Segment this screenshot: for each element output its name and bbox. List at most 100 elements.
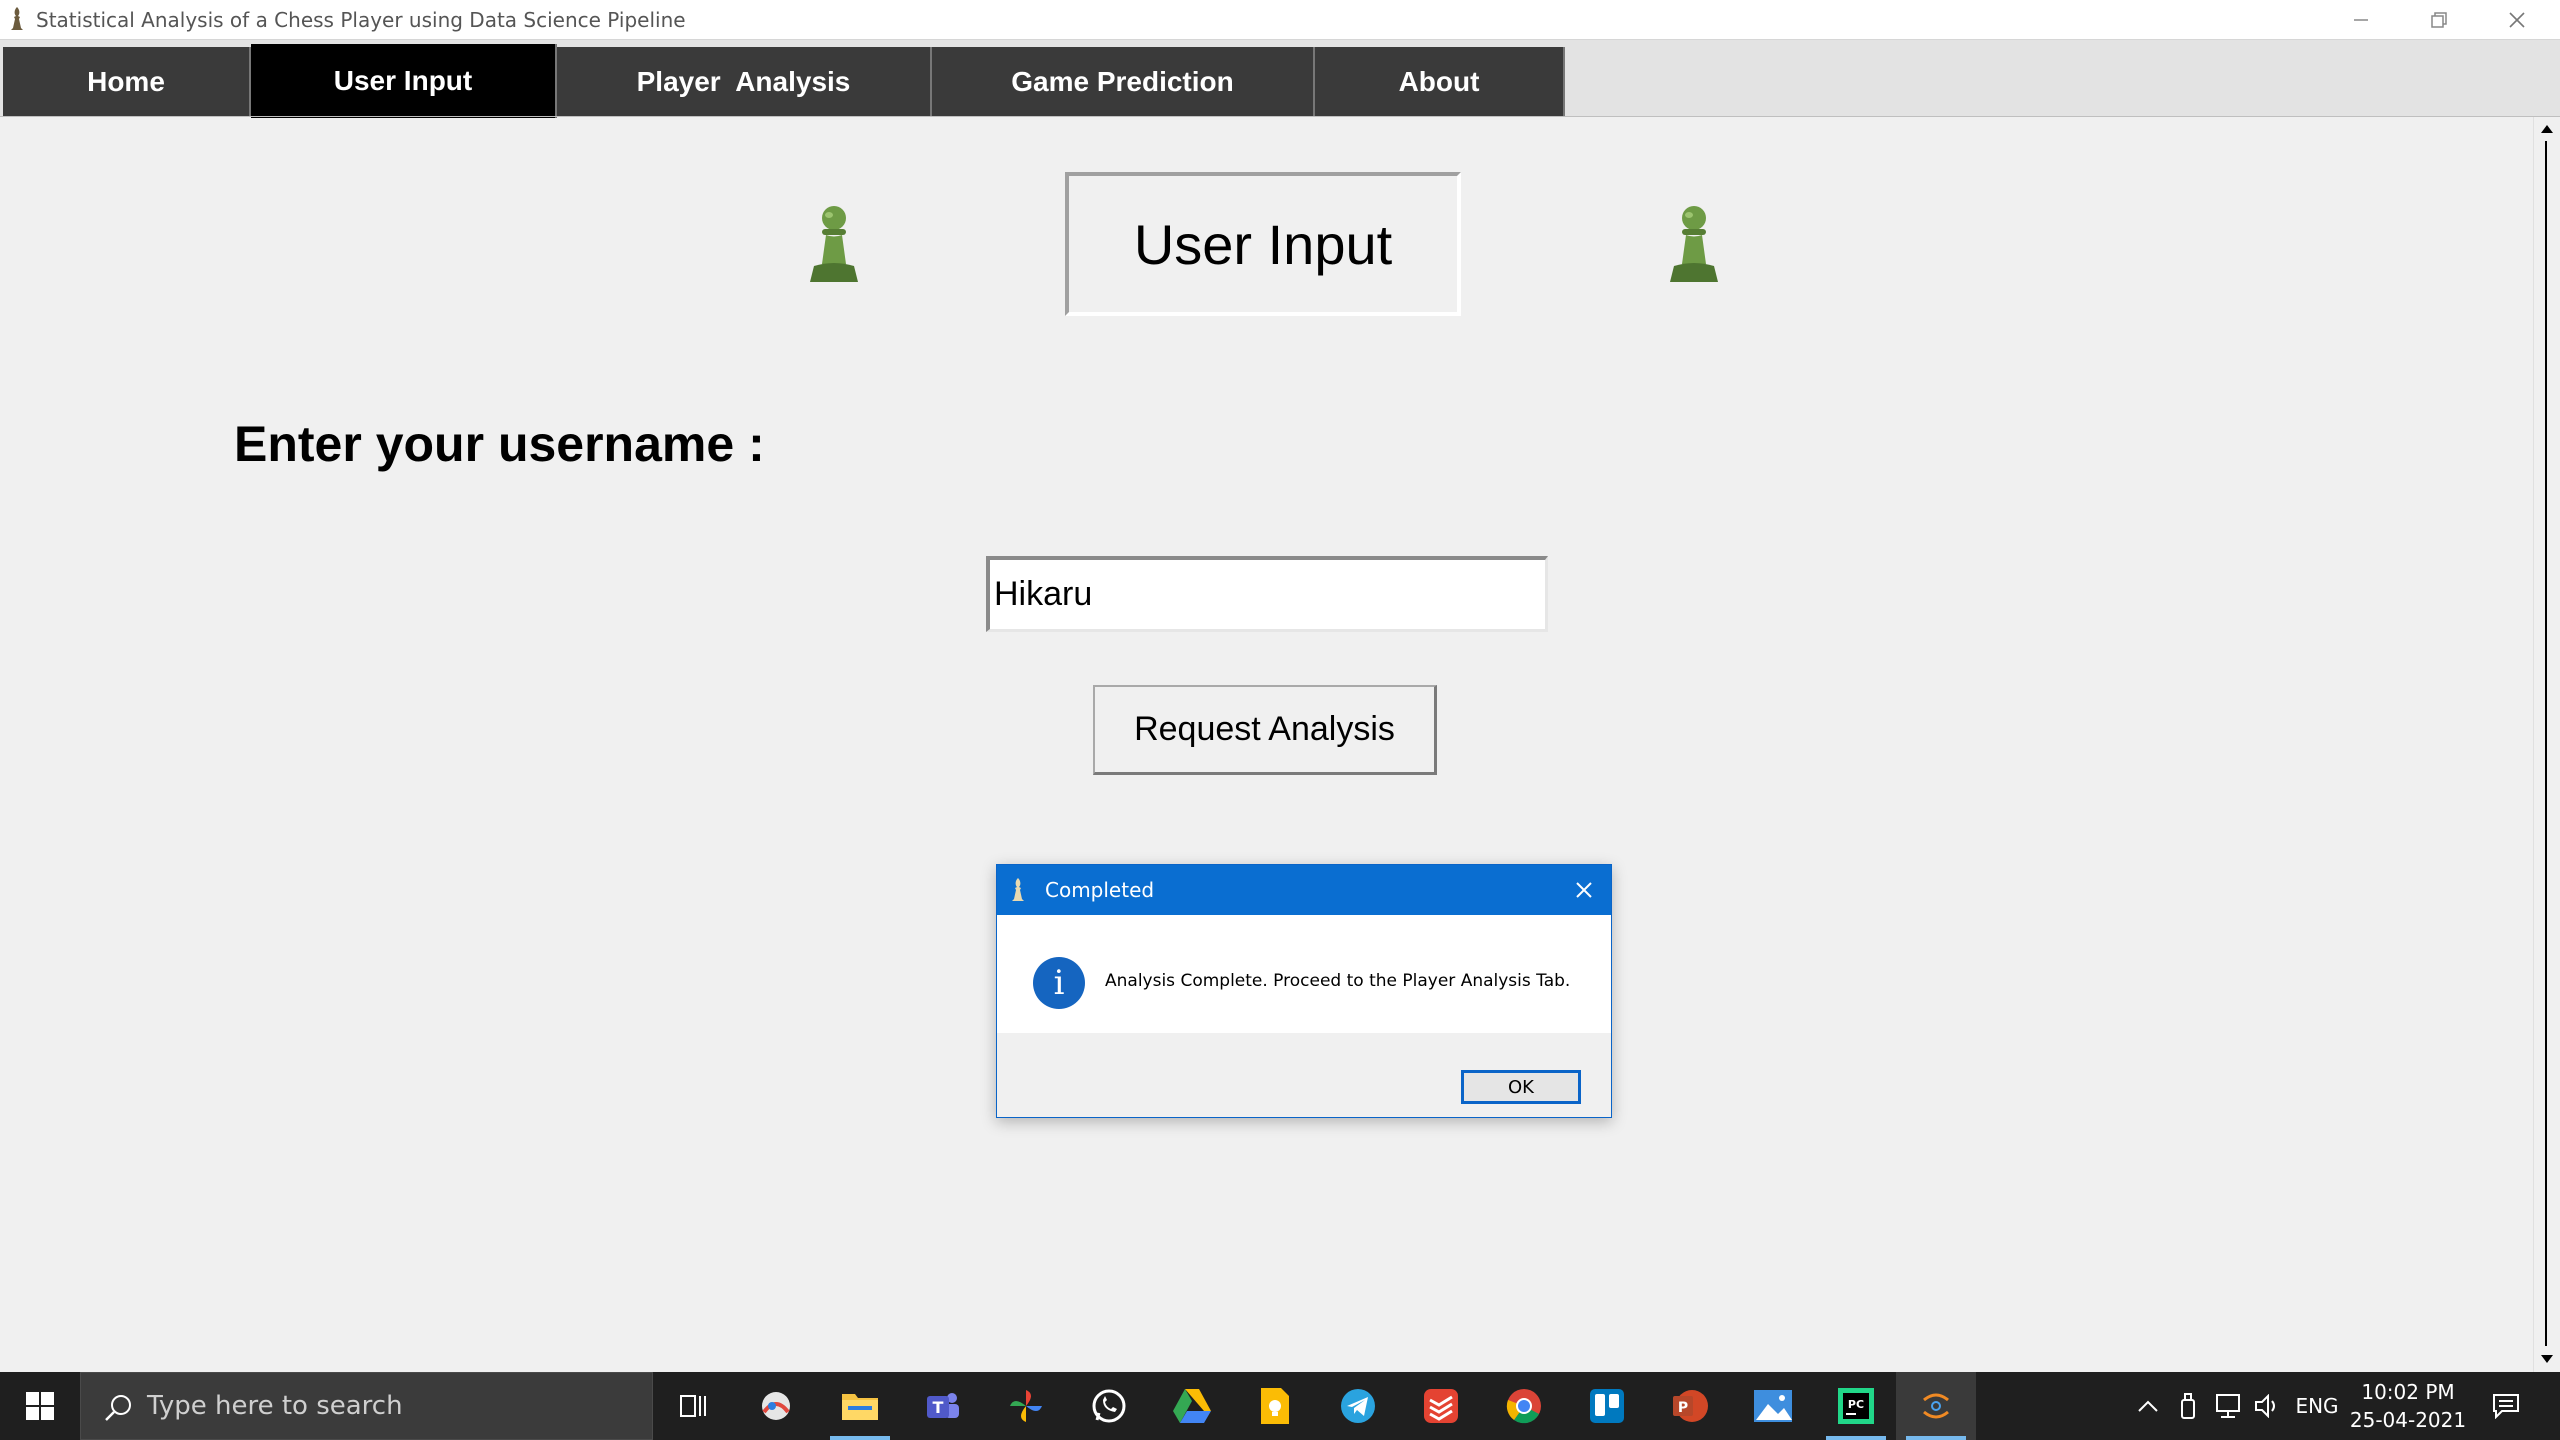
- tab-game-prediction[interactable]: Game Prediction: [932, 47, 1315, 116]
- taskbar-app-snip[interactable]: [736, 1372, 816, 1440]
- content-divider: [0, 116, 2560, 117]
- tab-bar: Home User Input Player Analysis Game Pre…: [0, 40, 2560, 118]
- tab-about[interactable]: About: [1315, 47, 1565, 116]
- dialog-message: Analysis Complete. Proceed to the Player…: [1105, 971, 1571, 991]
- ok-label: OK: [1508, 1076, 1534, 1098]
- notification-icon: [2493, 1394, 2519, 1419]
- python-window-icon: [1923, 1393, 1949, 1419]
- scroll-track[interactable]: [2545, 141, 2547, 1346]
- scroll-down-arrow-icon[interactable]: [2538, 1350, 2556, 1368]
- taskbar-app-trello[interactable]: [1567, 1372, 1647, 1440]
- close-icon: [2509, 11, 2525, 28]
- restore-button[interactable]: [2400, 0, 2478, 39]
- dialog-body: i Analysis Complete. Proceed to the Play…: [997, 915, 1611, 1033]
- ok-button[interactable]: OK: [1461, 1070, 1581, 1104]
- info-icon: i: [1033, 957, 1085, 1009]
- tab-home[interactable]: Home: [3, 47, 251, 116]
- svg-text:P: P: [1678, 1400, 1688, 1416]
- taskbar-app-telegram[interactable]: [1318, 1372, 1398, 1440]
- taskbar-app-powerpoint[interactable]: P: [1650, 1372, 1730, 1440]
- chrome-icon: [1506, 1389, 1541, 1424]
- usb-device-button[interactable]: [2170, 1372, 2206, 1440]
- taskbar-app-photos-viewer[interactable]: [1733, 1372, 1813, 1440]
- teams-icon: T: [927, 1393, 959, 1418]
- taskbar-app-google-drive[interactable]: [1152, 1372, 1232, 1440]
- completed-dialog: Completed i Analysis Complete. Proceed t…: [996, 864, 1612, 1118]
- tab-label: About: [1398, 65, 1480, 97]
- taskbar-clock[interactable]: 10:02 PM 25-04-2021: [2338, 1378, 2478, 1434]
- telegram-icon: [1341, 1389, 1375, 1423]
- chevron-up-icon: [2138, 1400, 2158, 1412]
- start-button[interactable]: [0, 1372, 80, 1440]
- minimize-icon: [2354, 18, 2368, 21]
- active-indicator: [830, 1436, 890, 1440]
- scroll-up-arrow-icon[interactable]: [2538, 120, 2556, 138]
- taskbar-app-pycharm[interactable]: PC: [1816, 1372, 1896, 1440]
- chess-bishop-icon: [1012, 878, 1024, 901]
- restore-icon: [2431, 11, 2447, 28]
- search-placeholder: Type here to search: [147, 1391, 403, 1421]
- pycharm-icon: PC: [1838, 1388, 1874, 1424]
- dialog-titlebar[interactable]: Completed: [997, 865, 1611, 915]
- task-view-button[interactable]: [653, 1372, 733, 1440]
- taskbar-app-python-window[interactable]: [1896, 1372, 1976, 1440]
- action-center-button[interactable]: [2486, 1372, 2526, 1440]
- todoist-icon: [1424, 1389, 1458, 1423]
- taskbar-app-keep[interactable]: [1235, 1372, 1315, 1440]
- windows-logo-icon: [26, 1392, 54, 1420]
- network-button[interactable]: [2210, 1372, 2250, 1440]
- taskbar-app-chrome[interactable]: [1484, 1372, 1564, 1440]
- taskbar-app-teams[interactable]: T: [903, 1372, 983, 1440]
- window-titlebar: Statistical Analysis of a Chess Player u…: [0, 0, 2560, 40]
- taskbar-app-whatsapp[interactable]: [1069, 1372, 1149, 1440]
- username-input[interactable]: [986, 556, 1548, 632]
- tab-label: User Input: [333, 65, 473, 96]
- request-analysis-button[interactable]: Request Analysis: [1093, 685, 1437, 775]
- taskbar-app-photos[interactable]: [986, 1372, 1066, 1440]
- username-prompt-label: Enter your username :: [234, 416, 765, 472]
- active-indicator: [1906, 1436, 1966, 1440]
- minimize-button[interactable]: [2322, 0, 2400, 39]
- pinwheel-icon: [1010, 1390, 1042, 1422]
- network-icon: [2216, 1394, 2240, 1418]
- note-icon: [1261, 1388, 1289, 1424]
- task-view-icon: [680, 1395, 706, 1417]
- search-icon: [105, 1395, 131, 1421]
- speaker-icon: [2255, 1394, 2275, 1418]
- close-icon: [1576, 882, 1592, 898]
- image-icon: [1754, 1390, 1792, 1422]
- dialog-close-button[interactable]: [1569, 875, 1599, 905]
- powerpoint-icon: P: [1673, 1390, 1708, 1422]
- svg-text:T: T: [933, 1398, 944, 1417]
- folder-icon: [842, 1394, 878, 1420]
- tab-label: Player Analysis: [636, 65, 851, 97]
- taskbar-app-file-explorer[interactable]: [820, 1372, 900, 1440]
- close-button[interactable]: [2478, 0, 2556, 39]
- page-heading-box: User Input: [1065, 172, 1461, 316]
- input-language-indicator[interactable]: ENG: [2292, 1372, 2342, 1440]
- trello-icon: [1590, 1389, 1624, 1423]
- tab-user-input[interactable]: User Input: [251, 44, 557, 118]
- taskbar-search-box[interactable]: Type here to search: [80, 1372, 653, 1440]
- clock-time: 10:02 PM: [2361, 1380, 2455, 1404]
- whatsapp-icon: [1092, 1389, 1126, 1423]
- show-hidden-icons-button[interactable]: [2130, 1372, 2166, 1440]
- windows-taskbar: Type here to search T P PC ENG 10:02 PM …: [0, 1372, 2560, 1440]
- chess-pawn-icon: [1670, 206, 1718, 282]
- chess-pawn-icon: [810, 206, 858, 282]
- clock-date: 25-04-2021: [2349, 1408, 2467, 1432]
- request-analysis-label: Request Analysis: [1134, 710, 1395, 748]
- dialog-title: Completed: [1045, 878, 1155, 902]
- dialog-footer: OK: [997, 1033, 1611, 1117]
- page-title: User Input: [1133, 212, 1393, 276]
- window-title: Statistical Analysis of a Chess Player u…: [36, 8, 686, 32]
- google-drive-icon: [1173, 1389, 1211, 1423]
- tab-label: Home: [87, 65, 165, 97]
- usb-drive-icon: [2181, 1393, 2195, 1419]
- taskbar-app-todoist[interactable]: [1401, 1372, 1481, 1440]
- snip-sketch-icon: [762, 1392, 790, 1420]
- chess-bishop-icon: [11, 7, 23, 30]
- volume-button[interactable]: [2250, 1372, 2286, 1440]
- vertical-scrollbar[interactable]: [2533, 117, 2560, 1372]
- tab-player-analysis[interactable]: Player Analysis: [557, 47, 932, 116]
